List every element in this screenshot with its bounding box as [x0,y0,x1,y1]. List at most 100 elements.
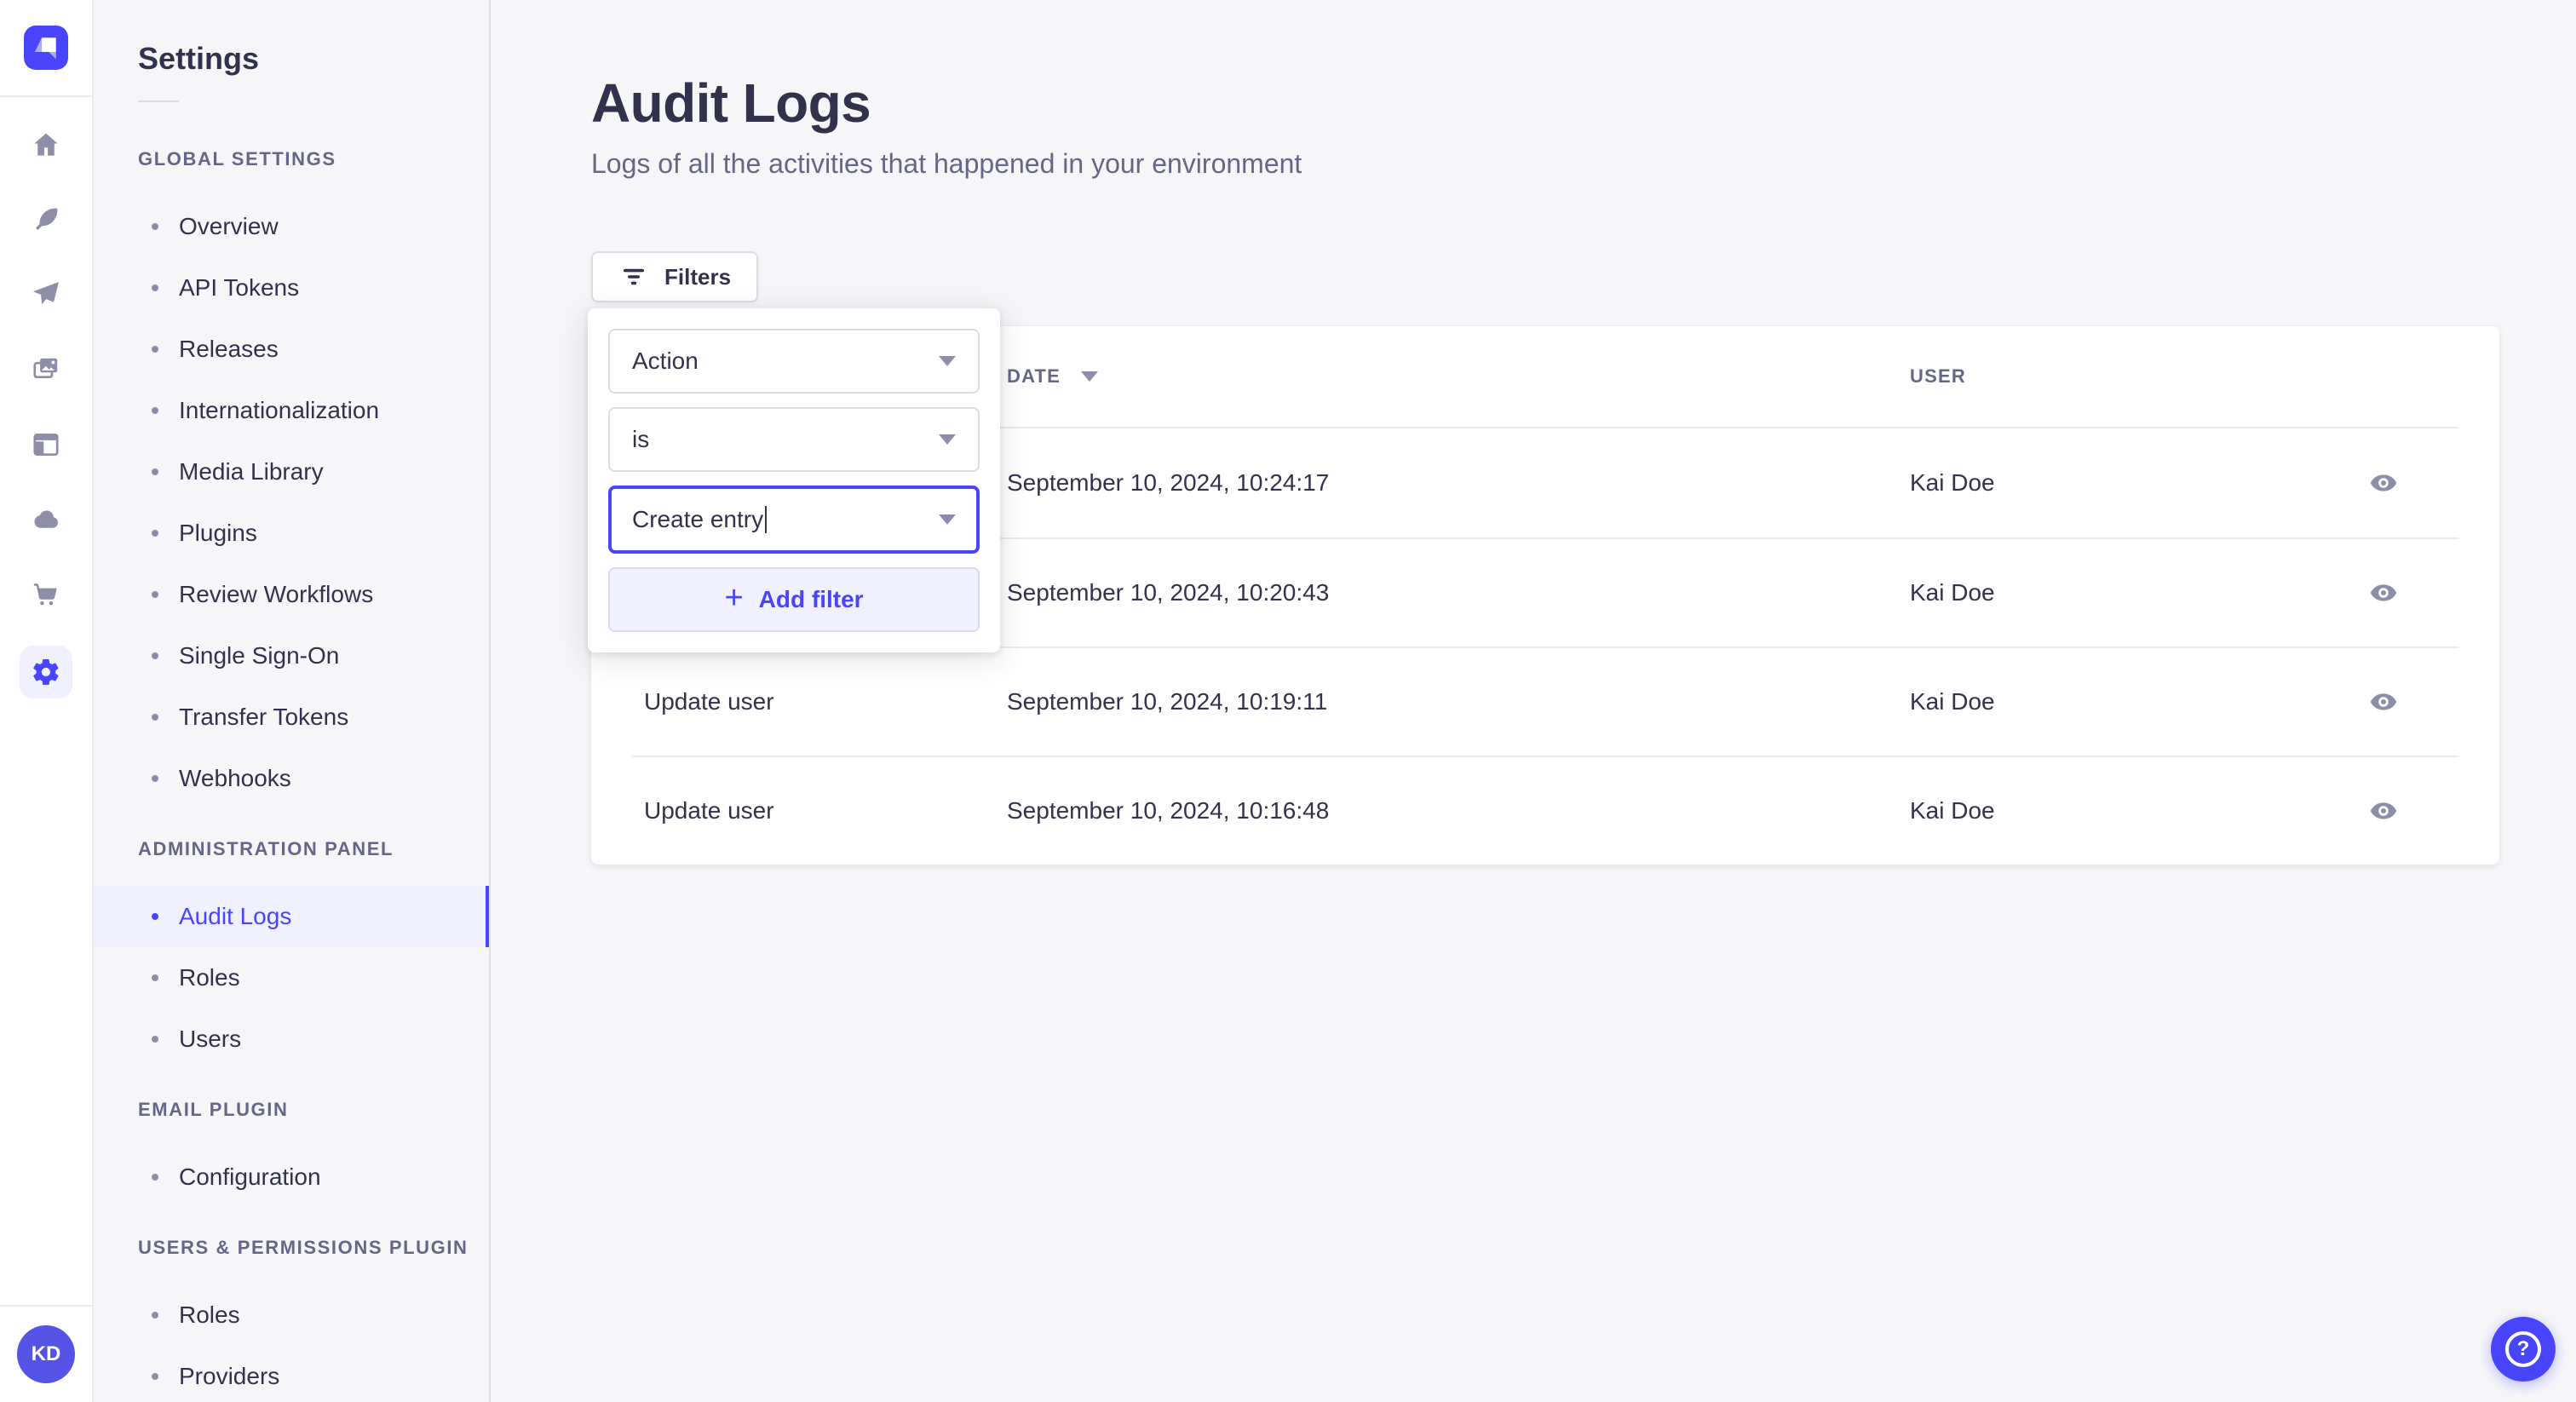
bullet-icon [152,913,158,920]
help-button[interactable]: ? [2491,1317,2556,1382]
sidebar-item-label: API Tokens [179,274,300,301]
sidebar-item-audit-logs[interactable]: Audit Logs [94,886,489,947]
sidebar-item-roles[interactable]: Roles [94,947,489,1008]
bullet-icon [152,974,158,981]
rail-icon-nav [20,97,72,698]
sidebar-item-single-sign-on[interactable]: Single Sign-On [94,625,489,687]
view-details-button[interactable] [2366,466,2401,500]
paper-plane-icon [33,282,59,305]
bullet-icon [152,1373,158,1380]
nav-item-home[interactable] [31,129,61,160]
filters-button[interactable]: Filters [591,251,759,302]
sidebar-item-label: Transfer Tokens [179,704,349,730]
nav-item-content-manager[interactable] [31,204,61,235]
cart-icon [33,583,57,606]
section-global-settings: GLOBAL SETTINGS Overview API Tokens Rele… [94,148,489,809]
sidebar-divider [138,101,179,102]
nav-item-releases[interactable] [31,279,61,310]
strapi-logo-icon [34,37,56,60]
view-details-button[interactable] [2366,576,2401,610]
main-content: Audit Logs Logs of all the activities th… [491,0,2576,1402]
sort-date-button[interactable] [1078,368,1101,385]
app-window: KD Settings GLOBAL SETTINGS Overview API… [0,0,2576,1402]
section-email-plugin: EMAIL PLUGIN Configuration [94,1099,489,1208]
bullet-icon [152,1036,158,1043]
filter-popover: Action is Create entry + Add filter [588,308,1000,652]
bullet-icon [152,530,158,537]
view-details-button[interactable] [2366,794,2401,828]
bullet-icon [152,223,158,230]
sidebar-item-label: Review Workflows [179,581,374,607]
filter-value-text: Create entry [632,506,764,532]
section-label: ADMINISTRATION PANEL [138,838,394,859]
filter-value-combobox[interactable]: Create entry [608,486,980,554]
user-avatar[interactable]: KD [17,1325,75,1383]
filter-field-select[interactable]: Action [608,329,980,394]
eye-icon [2370,693,2397,710]
sidebar-item-configuration[interactable]: Configuration [94,1146,489,1208]
nav-item-marketplace[interactable] [31,579,61,610]
sidebar-item-label: Single Sign-On [179,642,340,669]
layout-icon [33,433,59,457]
sidebar-item-internationalization[interactable]: Internationalization [94,380,489,441]
nav-item-cloud[interactable] [31,504,61,535]
sidebar-item-users[interactable]: Users [94,1008,489,1070]
sidebar-item-label: Plugins [179,520,257,546]
sidebar-item-webhooks[interactable]: Webhooks [94,748,489,809]
column-header-date: DATE [1007,365,1910,388]
pictures-icon [33,358,58,379]
section-users-permissions-plugin: USERS & PERMISSIONS PLUGIN Roles Provide… [94,1237,489,1402]
chevron-down-icon [939,356,956,366]
cell-date: September 10, 2024, 10:24:17 [1007,469,1330,496]
sidebar-item-transfer-tokens[interactable]: Transfer Tokens [94,687,489,748]
sidebar-item-media-library[interactable]: Media Library [94,441,489,503]
sidebar-item-overview[interactable]: Overview [94,196,489,257]
sidebar-item-label: Providers [179,1363,280,1389]
sidebar-item-label: Internationalization [179,397,380,423]
settings-sidebar: Settings GLOBAL SETTINGS Overview API To… [94,0,491,1402]
bullet-icon [152,1312,158,1319]
filter-operator-select[interactable]: is [608,407,980,472]
sidebar-item-up-roles[interactable]: Roles [94,1284,489,1346]
chevron-down-icon [939,434,956,445]
strapi-logo[interactable] [24,26,68,70]
sort-desc-icon [1081,371,1099,382]
sidebar-item-label: Overview [179,213,279,239]
bullet-icon [152,775,158,782]
feather-icon [36,208,58,230]
eye-icon [2370,584,2397,601]
cell-date: September 10, 2024, 10:16:48 [1007,797,1330,824]
home-icon [34,133,58,156]
bullet-icon [152,468,158,475]
bullet-icon [152,591,158,598]
sidebar-item-plugins[interactable]: Plugins [94,503,489,564]
view-details-button[interactable] [2366,685,2401,719]
cell-date: September 10, 2024, 10:20:43 [1007,579,1330,606]
column-header-date-label: DATE [1007,365,1061,387]
cell-user: Kai Doe [1910,579,1995,606]
cell-user: Kai Doe [1910,688,1995,715]
cell-user: Kai Doe [1910,469,1995,496]
page-subtitle: Logs of all the activities that happened… [591,148,1302,179]
nav-item-content-type-builder[interactable] [31,429,61,460]
add-filter-button[interactable]: + Add filter [608,567,980,632]
sidebar-item-providers[interactable]: Providers [94,1346,489,1402]
sidebar-item-label: Releases [179,336,279,362]
section-administration-panel: ADMINISTRATION PANEL Audit Logs Roles Us… [94,838,489,1070]
bullet-icon [152,346,158,353]
table-row: Update user September 10, 2024, 10:19:11… [632,646,2458,756]
sidebar-item-review-workflows[interactable]: Review Workflows [94,564,489,625]
bullet-icon [152,407,158,414]
table-row: Update user September 10, 2024, 10:16:48… [632,756,2458,865]
cell-date: September 10, 2024, 10:19:11 [1007,688,1328,715]
eye-icon [2370,474,2397,491]
nav-item-media-library[interactable] [31,354,61,385]
nav-item-settings[interactable] [20,646,72,698]
sidebar-item-label: Users [179,1026,242,1052]
text-cursor [765,506,768,533]
bullet-icon [152,284,158,291]
sidebar-item-api-tokens[interactable]: API Tokens [94,257,489,319]
sidebar-item-releases[interactable]: Releases [94,319,489,380]
filters-button-label: Filters [664,263,732,290]
cell-action: Update user [644,797,774,824]
